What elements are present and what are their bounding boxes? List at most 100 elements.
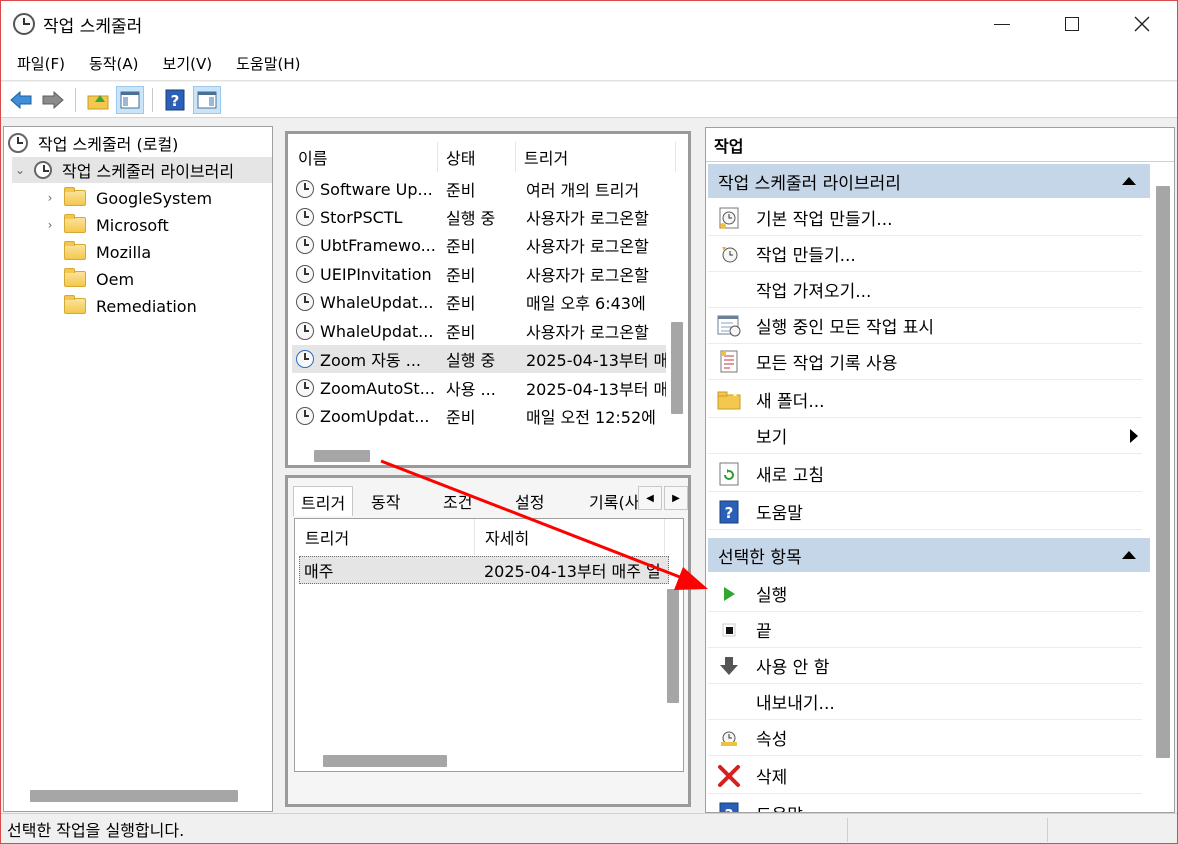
maximize-icon bbox=[1065, 17, 1079, 31]
action-properties[interactable]: 속성 bbox=[708, 720, 1142, 756]
tree-item-library[interactable]: ⌄ 작업 스케줄러 라이브러리 bbox=[12, 157, 272, 183]
collapse-up-icon[interactable] bbox=[1122, 177, 1136, 185]
action-delete[interactable]: 삭제 bbox=[708, 758, 1142, 794]
action-run[interactable]: 실행 bbox=[708, 576, 1142, 612]
task-row[interactable]: StorPSCTL 실행 중 사용자가 로그온할 bbox=[292, 203, 666, 231]
forward-button[interactable] bbox=[39, 86, 67, 114]
task-row[interactable]: ZoomUpdat... 준비 매일 오전 12:52에 bbox=[292, 402, 666, 430]
tab-actions[interactable]: 동작 bbox=[364, 486, 407, 516]
action-enable-all-task-history[interactable]: 모든 작업 기록 사용 bbox=[708, 344, 1142, 380]
task-row[interactable]: WhaleUpdat... 준비 사용자가 로그온할 bbox=[292, 317, 666, 345]
status-separator bbox=[847, 818, 848, 842]
tab-conditions[interactable]: 조건 bbox=[436, 486, 479, 516]
back-arrow-icon bbox=[10, 90, 32, 109]
action-refresh[interactable]: 새로 고침 bbox=[708, 456, 1142, 492]
task-clock-icon bbox=[296, 180, 314, 198]
task-row[interactable]: ZoomAutoSt... 사용 ... 2025-04-13부터 매 bbox=[292, 374, 666, 402]
action-create-basic-task[interactable]: 기본 작업 만들기... bbox=[708, 200, 1142, 236]
tree-folder-label: Oem bbox=[96, 269, 135, 289]
tab-scroll-right-icon[interactable]: ▶ bbox=[664, 486, 688, 510]
folder-icon bbox=[64, 268, 86, 287]
tree-folder-remediation[interactable]: Remediation bbox=[64, 293, 197, 319]
trigger-list-horizontal-scrollbar[interactable] bbox=[323, 755, 447, 767]
tree-folder-googlesystem[interactable]: › GoogleSystem bbox=[42, 185, 212, 211]
create-task-icon bbox=[716, 241, 742, 267]
action-help-selected[interactable]: ? 도움말 bbox=[708, 796, 1142, 812]
task-scheduler-window: 작업 스케줄러 파일(F) 동작(A) 보기(V) 도움말(H) ? 작업 스케… bbox=[0, 0, 1178, 844]
tab-history[interactable]: 기록(사 bbox=[582, 486, 646, 516]
action-help-library[interactable]: ? 도움말 bbox=[708, 494, 1142, 530]
up-folder-button[interactable] bbox=[84, 86, 112, 114]
task-clock-icon bbox=[296, 236, 314, 254]
tree-root[interactable]: 작업 스케줄러 (로컬) bbox=[8, 130, 178, 156]
chevron-down-icon[interactable]: ⌄ bbox=[12, 163, 28, 177]
task-list-vertical-scrollbar[interactable] bbox=[671, 322, 683, 414]
task-clock-icon bbox=[296, 350, 314, 368]
action-import-task[interactable]: 작업 가져오기... bbox=[708, 272, 1142, 308]
status-bar: 선택한 작업을 실행합니다. bbox=[1, 813, 1177, 843]
action-new-folder[interactable]: 새 폴더... bbox=[708, 382, 1142, 418]
actions-vertical-scrollbar[interactable] bbox=[1156, 186, 1170, 758]
folder-icon bbox=[64, 214, 86, 233]
section-selected-item[interactable]: 선택한 항목 bbox=[708, 538, 1150, 572]
maximize-button[interactable] bbox=[1037, 1, 1107, 47]
chevron-right-icon[interactable]: › bbox=[42, 191, 58, 205]
task-row[interactable]: UEIPInvitation 준비 사용자가 로그온할 bbox=[292, 260, 666, 288]
column-header-trigger[interactable]: 트리거 bbox=[295, 519, 475, 555]
trigger-row[interactable]: 매주 2025-04-13부터 매주 일 bbox=[299, 556, 669, 584]
show-hide-action-pane-button[interactable] bbox=[193, 85, 221, 114]
menu-help[interactable]: 도움말(H) bbox=[228, 53, 308, 74]
back-button[interactable] bbox=[7, 86, 35, 114]
task-row[interactable]: Software Up... 준비 여러 개의 트리거 bbox=[292, 175, 666, 203]
task-row[interactable]: WhaleUpdat... 준비 매일 오후 6:43에 bbox=[292, 288, 666, 316]
action-create-task[interactable]: 작업 만들기... bbox=[708, 236, 1142, 272]
trigger-list: 트리거 자세히 매주 2025-04-13부터 매주 일 bbox=[294, 518, 684, 772]
delete-x-icon bbox=[716, 763, 742, 789]
column-header-detail[interactable]: 자세히 bbox=[475, 519, 665, 555]
menu-action[interactable]: 동작(A) bbox=[81, 53, 147, 74]
action-view[interactable]: 보기 bbox=[708, 418, 1142, 454]
collapse-up-icon[interactable] bbox=[1122, 551, 1136, 559]
action-export[interactable]: 내보내기... bbox=[708, 684, 1142, 720]
menu-view[interactable]: 보기(V) bbox=[155, 53, 221, 74]
show-hide-console-tree-button[interactable] bbox=[116, 85, 144, 114]
new-folder-icon bbox=[716, 387, 742, 413]
tab-triggers[interactable]: 트리거 bbox=[293, 486, 354, 516]
view-blank-icon bbox=[716, 423, 742, 449]
trigger-list-vertical-scrollbar[interactable] bbox=[667, 589, 679, 703]
status-text: 선택한 작업을 실행합니다. bbox=[7, 821, 185, 840]
task-row[interactable]: UbtFramewo... 준비 사용자가 로그온할 bbox=[292, 231, 666, 259]
tree-folder-label: Remediation bbox=[96, 296, 197, 316]
action-disable[interactable]: 사용 안 함 bbox=[708, 648, 1142, 684]
section-scheduler-library[interactable]: 작업 스케줄러 라이브러리 bbox=[708, 164, 1150, 198]
tab-settings[interactable]: 설정 bbox=[508, 486, 551, 516]
stop-icon bbox=[716, 617, 742, 643]
tab-scroll-left-icon[interactable]: ◀ bbox=[638, 486, 662, 510]
tree-folder-label: Microsoft bbox=[96, 215, 169, 235]
action-end[interactable]: 끝 bbox=[708, 612, 1142, 648]
toolbar: ? bbox=[1, 82, 1177, 118]
task-clock-icon bbox=[296, 322, 314, 340]
tree-folder-mozilla[interactable]: Mozilla bbox=[64, 239, 151, 265]
tree-folder-microsoft[interactable]: › Microsoft bbox=[42, 212, 169, 238]
task-history-icon bbox=[716, 349, 742, 375]
chevron-right-icon[interactable]: › bbox=[42, 218, 58, 232]
close-button[interactable] bbox=[1107, 1, 1177, 47]
console-tree-icon bbox=[120, 91, 140, 108]
menu-file[interactable]: 파일(F) bbox=[9, 53, 73, 74]
column-header-name[interactable]: 이름 bbox=[290, 142, 438, 172]
task-row-selected[interactable]: Zoom 자동 ... 실행 중 2025-04-13부터 매 bbox=[292, 345, 666, 373]
tree-folder-oem[interactable]: Oem bbox=[64, 266, 134, 292]
column-header-trigger[interactable]: 트리거 bbox=[516, 142, 676, 172]
minimize-button[interactable] bbox=[967, 1, 1037, 47]
column-header-status[interactable]: 상태 bbox=[438, 142, 516, 172]
basic-task-wizard-icon bbox=[716, 205, 742, 231]
task-list-horizontal-scrollbar[interactable] bbox=[314, 450, 370, 462]
tree-horizontal-scrollbar[interactable] bbox=[30, 790, 238, 802]
window-title: 작업 스케줄러 bbox=[43, 16, 143, 37]
task-clock-icon bbox=[296, 265, 314, 283]
help-icon: ? bbox=[716, 499, 742, 525]
refresh-icon bbox=[716, 461, 742, 487]
help-button[interactable]: ? bbox=[161, 86, 189, 114]
action-show-running-tasks[interactable]: 실행 중인 모든 작업 표시 bbox=[708, 308, 1142, 344]
